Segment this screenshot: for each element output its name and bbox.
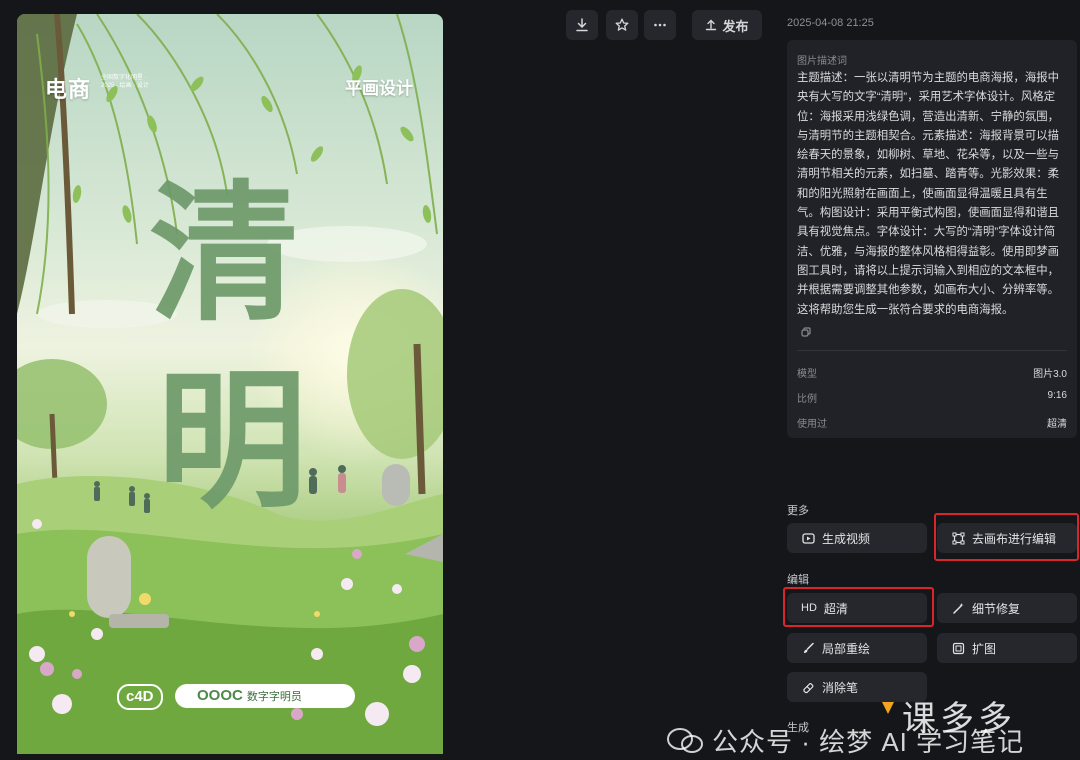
inpaint-button[interactable]: 局部重绘 — [787, 633, 927, 663]
poster-title-char-2: 明 — [157, 353, 308, 529]
wechat-icon — [666, 727, 704, 760]
description-card: 图片描述词 主题描述：一张以清明节为主题的电商海报，海报中央有大写的文字“清明”… — [787, 40, 1077, 438]
detail-fix-label: 细节修复 — [972, 601, 1021, 616]
section-edit-title: 编辑 — [787, 574, 809, 586]
section-more-title: 更多 — [787, 505, 809, 517]
meta-value: 9:16 — [1047, 390, 1067, 401]
expand-icon — [951, 641, 965, 655]
description-text: 主题描述：一张以清明节为主题的电商海报，海报中央有大写的文字“清明”，采用艺术字… — [797, 72, 1059, 316]
favorite-button[interactable] — [606, 10, 638, 40]
poster-badge-name: OOOC 数字字明员 — [175, 684, 355, 708]
poster-title-char-1: 清 — [149, 166, 300, 342]
star-icon — [615, 18, 629, 32]
description-divider — [797, 350, 1067, 351]
generated-poster-image[interactable]: 电商 全国数字化明星 · 2025 · 绘画 · 设计 平画设计 清 明 c4D… — [17, 14, 443, 754]
download-icon — [575, 18, 589, 32]
expand-label: 扩图 — [972, 641, 997, 656]
poster-tag: 平画设计 — [345, 79, 413, 98]
detail-fix-button[interactable]: 细节修复 — [937, 593, 1077, 623]
eraser-label: 消除笔 — [822, 680, 859, 695]
publish-button[interactable]: 发布 — [692, 10, 762, 40]
poster-badge-c4d: c4D — [117, 684, 163, 710]
highlight-box-hd — [783, 587, 934, 627]
meta-row-ratio: 比例 9:16 — [797, 390, 1067, 405]
poster-badge-main: OOOC — [197, 687, 243, 704]
upload-icon — [705, 19, 717, 31]
poster-brand: 电商 — [45, 77, 92, 102]
video-icon — [801, 531, 815, 545]
copy-icon[interactable] — [801, 324, 811, 342]
meta-label: 模型 — [797, 369, 817, 380]
eraser-icon — [801, 680, 815, 694]
poster-badge-sub: 数字字明员 — [246, 691, 302, 703]
meta-value: 超清 — [1047, 419, 1067, 430]
meta-value: 图片3.0 — [1033, 369, 1067, 380]
inpaint-label: 局部重绘 — [822, 641, 871, 656]
expand-button[interactable]: 扩图 — [937, 633, 1077, 663]
generate-video-button[interactable]: 生成视频 — [787, 523, 927, 553]
more-button[interactable] — [644, 10, 676, 40]
watermark-text: 公众号 · 绘梦 AI 学习笔记 — [712, 727, 1025, 757]
brush-icon — [801, 641, 815, 655]
meta-label: 比例 — [797, 394, 817, 405]
meta-row-model: 模型 图片3.0 — [797, 365, 1067, 380]
generate-video-label: 生成视频 — [822, 531, 871, 546]
download-button[interactable] — [566, 10, 598, 40]
more-icon — [653, 18, 667, 32]
poster-brand-subtitle: 全国数字化明星 · 2025 · 绘画 · 设计 — [101, 75, 150, 89]
publish-label: 发布 — [722, 18, 749, 34]
generation-timestamp: 2025-04-08 21:25 — [787, 17, 874, 29]
meta-label: 使用过 — [797, 419, 827, 430]
highlight-box-canvas-edit — [934, 513, 1079, 561]
meta-row-used: 使用过 超清 — [797, 415, 1067, 430]
description-label: 图片描述词 — [797, 56, 847, 67]
magic-wand-icon — [951, 601, 965, 615]
